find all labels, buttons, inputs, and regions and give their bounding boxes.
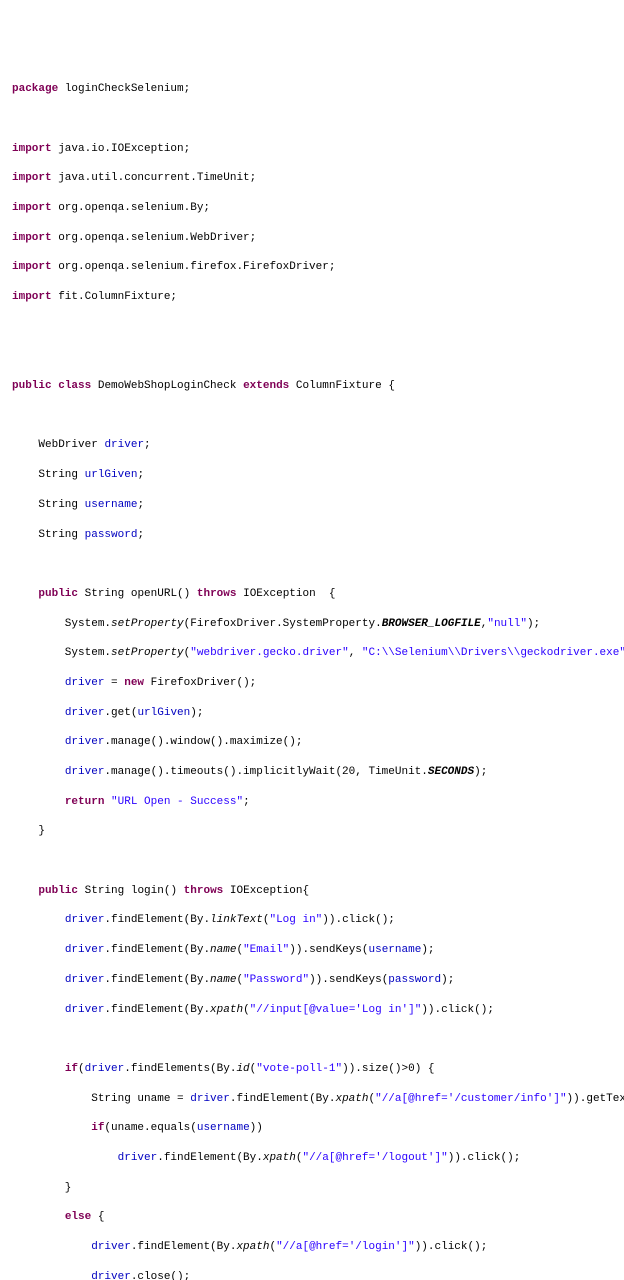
line-28: public String login() throws IOException… xyxy=(12,884,612,899)
line-23: driver.manage().window().maximize(); xyxy=(12,735,612,750)
line-29: driver.findElement(By.linkText("Log in")… xyxy=(12,913,612,928)
line-15: String username; xyxy=(12,498,612,513)
blank xyxy=(12,349,612,364)
line-40: driver.findElement(By.xpath("//a[@href='… xyxy=(12,1240,612,1255)
line-36: if(uname.equals(username)) xyxy=(12,1121,612,1136)
line-4: import java.util.concurrent.TimeUnit; xyxy=(12,171,612,186)
line-37: driver.findElement(By.xpath("//a[@href='… xyxy=(12,1151,612,1166)
line-22: driver.get(urlGiven); xyxy=(12,706,612,721)
line-14: String urlGiven; xyxy=(12,468,612,483)
line-31: driver.findElement(By.name("Password")).… xyxy=(12,973,612,988)
line-20: System.setProperty("webdriver.gecko.driv… xyxy=(12,646,612,661)
line-30: driver.findElement(By.name("Email")).sen… xyxy=(12,943,612,958)
blank xyxy=(12,320,612,335)
blank xyxy=(12,1032,612,1047)
line-32: driver.findElement(By.xpath("//input[@va… xyxy=(12,1003,612,1018)
line-3: import java.io.IOException; xyxy=(12,142,612,157)
line-41: driver.close(); xyxy=(12,1270,612,1280)
blank xyxy=(12,557,612,572)
line-16: String password; xyxy=(12,528,612,543)
line-34: if(driver.findElements(By.id("vote-poll-… xyxy=(12,1062,612,1077)
line-39: else { xyxy=(12,1210,612,1225)
line-25: return "URL Open - Success"; xyxy=(12,795,612,810)
line-24: driver.manage().timeouts().implicitlyWai… xyxy=(12,765,612,780)
line-38: } xyxy=(12,1181,612,1196)
blank xyxy=(12,854,612,869)
line-35: String uname = driver.findElement(By.xpa… xyxy=(12,1092,612,1107)
line-7: import org.openqa.selenium.firefox.Firef… xyxy=(12,260,612,275)
line-11: public class DemoWebShopLoginCheck exten… xyxy=(12,379,612,394)
line-19: System.setProperty(FirefoxDriver.SystemP… xyxy=(12,617,612,632)
line-21: driver = new FirefoxDriver(); xyxy=(12,676,612,691)
blank xyxy=(12,112,612,127)
line-6: import org.openqa.selenium.WebDriver; xyxy=(12,231,612,246)
line-8: import fit.ColumnFixture; xyxy=(12,290,612,305)
line-18: public String openURL() throws IOExcepti… xyxy=(12,587,612,602)
line-1: package loginCheckSelenium; xyxy=(12,82,612,97)
line-26: } xyxy=(12,824,612,839)
line-5: import org.openqa.selenium.By; xyxy=(12,201,612,216)
code-editor: package loginCheckSelenium; import java.… xyxy=(12,67,612,1280)
line-13: WebDriver driver; xyxy=(12,438,612,453)
blank xyxy=(12,409,612,424)
